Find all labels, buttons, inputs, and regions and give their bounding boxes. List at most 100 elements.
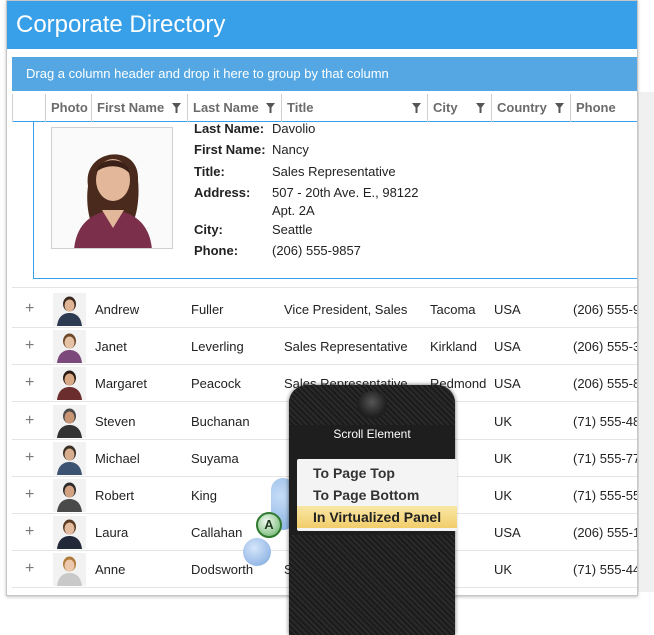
avatar: [53, 293, 86, 326]
menu-item-in-virtualized-panel[interactable]: In Virtualized Panel: [297, 506, 457, 528]
avatar: [53, 441, 86, 475]
avatar: [53, 367, 86, 401]
app-title: Corporate Directory: [7, 1, 637, 49]
detail-city: Seattle: [272, 222, 313, 237]
expand-icon[interactable]: +: [25, 412, 34, 429]
person-photo-icon: [52, 128, 172, 248]
cell-country: USA: [494, 525, 521, 541]
cell-first: Janet: [95, 339, 127, 355]
cell-country: UK: [494, 488, 513, 503]
menu-item-to-page-bottom[interactable]: To Page Bottom: [297, 484, 457, 506]
header-city[interactable]: City: [427, 94, 491, 122]
cell-first: Anne: [95, 562, 126, 578]
cell-first: Laura: [95, 525, 129, 541]
header-first-name[interactable]: First Name: [91, 94, 187, 122]
header-phone-label: Phone: [576, 100, 616, 115]
expand-icon[interactable]: +: [25, 561, 34, 577]
cell-first: Robert: [95, 488, 135, 503]
detail-title: Sales Representative: [272, 164, 396, 179]
filter-icon[interactable]: [476, 103, 485, 113]
header-expand-column: [12, 94, 45, 122]
scroll-element-menu: To Page Top To Page Bottom In Virtualize…: [297, 459, 457, 531]
table-row[interactable]: + Janet Leverling Sales Representative Kirkl…: [12, 328, 638, 365]
detail-phone: (206) 555-9857: [272, 243, 361, 258]
detail-first-name: Nancy: [272, 142, 309, 157]
detail-title-label: Title:: [194, 164, 225, 179]
detail-phone-label: Phone:: [194, 243, 239, 258]
cell-phone: (206) 555-3: [573, 339, 638, 355]
cell-last: Buchanan: [191, 413, 250, 429]
phone-overlay: Scroll Element To Page Top To Page Botto…: [289, 385, 457, 635]
cell-first: Andrew: [95, 302, 140, 317]
row-details-panel: Last Name: Davolio First Name: Nancy Tit…: [33, 121, 637, 279]
menu-item-to-page-top[interactable]: To Page Top: [297, 462, 457, 484]
cell-last: Leverling: [191, 339, 244, 355]
detail-last-name-label: Last Name:: [194, 121, 265, 136]
avatar: [53, 330, 86, 364]
header-last-name-label: Last Name: [193, 100, 259, 115]
cell-last: Suyama: [191, 450, 239, 466]
cell-country: UK: [494, 562, 513, 578]
expand-icon[interactable]: +: [25, 301, 34, 317]
header-photo[interactable]: Photo: [45, 94, 91, 122]
expand-icon[interactable]: +: [25, 338, 34, 354]
header-title[interactable]: Title: [281, 94, 427, 122]
cell-title: Sales Representative: [284, 339, 408, 355]
detail-last-name: Davolio: [272, 121, 316, 136]
expand-icon[interactable]: +: [25, 487, 34, 503]
header-phone[interactable]: Phone: [570, 94, 637, 122]
cell-phone: (71) 555-55: [573, 488, 638, 503]
cell-first: Steven: [95, 413, 136, 429]
expand-icon[interactable]: +: [25, 449, 34, 466]
group-panel[interactable]: Drag a column header and drop it here to…: [12, 57, 637, 91]
cell-first: Michael: [95, 450, 140, 466]
cell-phone: (71) 555-44: [573, 562, 638, 578]
header-first-name-label: First Name: [97, 100, 165, 115]
header-photo-label: Photo: [51, 100, 88, 115]
filter-icon[interactable]: [266, 103, 275, 113]
avatar: [53, 553, 86, 587]
avatar: [53, 479, 86, 512]
filter-icon[interactable]: [555, 103, 564, 113]
cell-phone: (71) 555-77: [573, 450, 638, 466]
vertical-scrollbar[interactable]: [638, 92, 654, 592]
cell-phone: (206) 555-1: [573, 525, 638, 541]
header-title-label: Title: [287, 100, 314, 115]
detail-address-line1: 507 - 20th Ave. E., 98122: [272, 185, 419, 200]
header-country-label: Country: [497, 100, 547, 115]
cell-phone: (206) 555-9: [573, 302, 638, 317]
avatar: [53, 516, 86, 550]
expand-icon[interactable]: +: [25, 524, 34, 540]
camera-icon: [357, 391, 387, 419]
detail-address-label: Address:: [194, 185, 251, 200]
grid-header: Photo First Name Last Name Title City Co…: [12, 94, 637, 122]
header-country[interactable]: Country: [491, 94, 570, 122]
cell-last: Dodsworth: [191, 562, 254, 578]
cell-last: Callahan: [191, 525, 243, 541]
table-row[interactable]: + Andrew Fuller Vice President, Sales Tacoma…: [12, 291, 638, 328]
cell-phone: (206) 555-8: [573, 376, 638, 392]
cell-country: USA: [494, 302, 521, 317]
filter-icon[interactable]: [412, 103, 421, 113]
cell-city: Tacoma: [430, 302, 476, 317]
cell-country: USA: [494, 376, 521, 392]
cell-last: Fuller: [191, 302, 224, 317]
employee-photo: [51, 127, 173, 249]
detail-first-name-label: First Name:: [194, 142, 266, 157]
accessibility-badge-icon: A: [256, 512, 282, 538]
cell-first: Margaret: [95, 376, 148, 392]
phone-bottom-bezel: [289, 535, 455, 635]
cell-last: Peacock: [191, 376, 241, 392]
cell-last: King: [191, 488, 218, 503]
cell-country: UK: [494, 413, 513, 429]
decorative-bubble: [243, 538, 271, 566]
header-last-name[interactable]: Last Name: [187, 94, 281, 122]
cell-city: Kirkland: [430, 339, 477, 355]
expand-icon[interactable]: +: [25, 375, 34, 391]
overlay-title: Scroll Element: [333, 427, 411, 441]
filter-icon[interactable]: [172, 103, 181, 113]
cell-country: USA: [494, 339, 521, 355]
cell-title: Vice President, Sales: [284, 302, 408, 317]
row-divider: [12, 287, 637, 288]
cell-country: UK: [494, 450, 513, 466]
